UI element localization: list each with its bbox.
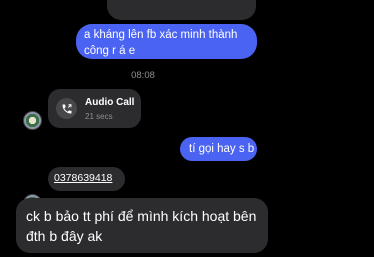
sent-message[interactable]: a kháng lên fb xác minh thành công r á e — [76, 24, 257, 59]
sent-message[interactable]: tí gọi hay s b — [180, 137, 257, 161]
message-text: a kháng lên fb xác minh thành công r á e — [84, 29, 238, 57]
message-timestamp: 08:08 — [131, 70, 155, 81]
received-message[interactable]: ck b bảo tt phí để mình kích hoạt bên đt… — [16, 198, 268, 253]
phone-icon — [56, 98, 77, 119]
previous-message-bubble[interactable] — [107, 0, 256, 20]
phone-number-link[interactable]: 0378639418 — [54, 172, 112, 184]
audio-call-card[interactable]: Audio Call 21 secs — [48, 89, 141, 128]
call-title: Audio Call — [85, 97, 135, 108]
call-duration: 21 secs — [85, 112, 113, 121]
message-text: tí gọi hay s b — [189, 143, 255, 155]
message-text: ck b bảo tt phí để mình kích hoạt bên đt… — [26, 208, 257, 244]
received-message[interactable]: 0378639418 — [48, 167, 125, 191]
contact-avatar[interactable] — [23, 111, 42, 130]
